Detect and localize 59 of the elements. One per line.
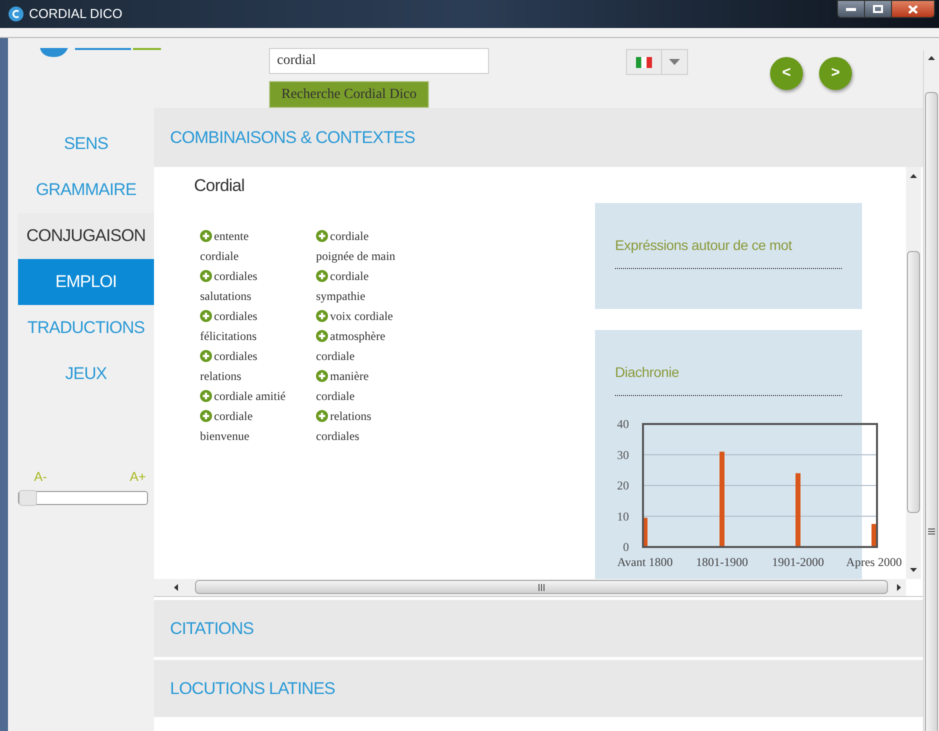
plus-icon[interactable]: [200, 310, 212, 322]
grip-icon: [538, 584, 545, 590]
axis-category-label: Apres 2000: [846, 555, 902, 570]
scrollbar-thumb[interactable]: [907, 251, 920, 513]
panel-title: Diachronie: [615, 362, 842, 396]
axis-tick-label: 10: [617, 509, 629, 524]
scroll-down-icon[interactable]: [910, 568, 917, 572]
combination-link[interactable]: cordiale bienvenue: [200, 406, 289, 446]
scroll-right-icon[interactable]: [897, 584, 901, 591]
plus-icon[interactable]: [316, 230, 328, 242]
search-button[interactable]: Recherche Cordial Dico: [269, 80, 429, 108]
bar: [872, 524, 876, 548]
plus-icon[interactable]: [200, 390, 212, 402]
caret-icon: [669, 59, 680, 65]
axis-tick-label: 0: [623, 540, 629, 554]
sidebar-item[interactable]: CONJUGAISON: [18, 213, 154, 259]
font-smaller-label: A-: [34, 468, 47, 486]
maximize-icon: [873, 5, 883, 13]
axis-tick-label: 20: [617, 478, 629, 493]
sidebar-item[interactable]: EMPLOI: [18, 259, 154, 305]
maximize-button[interactable]: [865, 0, 891, 18]
plus-icon[interactable]: [200, 230, 212, 242]
scrollbar-thumb[interactable]: [195, 580, 888, 594]
axis-category-label: Avant 1800: [617, 555, 673, 570]
plus-icon[interactable]: [316, 310, 328, 322]
scroll-up-icon[interactable]: [910, 174, 917, 178]
slider-thumb[interactable]: [19, 490, 37, 506]
plus-icon[interactable]: [200, 410, 212, 422]
minimize-icon: [846, 7, 856, 11]
plus-icon[interactable]: [200, 270, 212, 282]
axis-category-label: 1801-1900: [696, 555, 748, 570]
language-dropdown[interactable]: [626, 49, 688, 75]
axis-category-label: 1901-2000: [772, 555, 824, 570]
plus-icon[interactable]: [200, 350, 212, 362]
font-size-slider[interactable]: [18, 490, 148, 504]
plus-icon[interactable]: [316, 270, 328, 282]
axis-tick-label: 30: [617, 448, 629, 462]
close-button[interactable]: [891, 0, 935, 18]
font-larger-label: A+: [130, 468, 146, 486]
panel-title: Expréssions autour de ce mot: [615, 235, 842, 269]
close-icon: [908, 4, 918, 14]
combination-link[interactable]: voix cordiale: [316, 306, 405, 326]
scroll-left-icon[interactable]: [174, 584, 178, 591]
flag-icon: [636, 56, 652, 68]
combination-link[interactable]: relations cordiales: [316, 406, 405, 446]
axis-tick-label: 40: [617, 417, 629, 432]
plus-icon[interactable]: [316, 410, 328, 422]
plus-icon[interactable]: [316, 370, 328, 382]
entry-word: Cordial: [194, 175, 246, 197]
scroll-up-icon[interactable]: [928, 56, 935, 60]
window-title: CORDIAL DICO: [29, 5, 122, 23]
minimize-button[interactable]: [837, 0, 865, 18]
bar: [642, 518, 648, 548]
app-icon: [8, 6, 24, 22]
scrollbar[interactable]: [923, 50, 939, 731]
grip-icon: [928, 528, 935, 535]
combination-link[interactable]: cordiale amitié: [200, 386, 289, 406]
search-field[interactable]: cordial: [269, 48, 489, 74]
plus-icon[interactable]: [316, 330, 328, 342]
